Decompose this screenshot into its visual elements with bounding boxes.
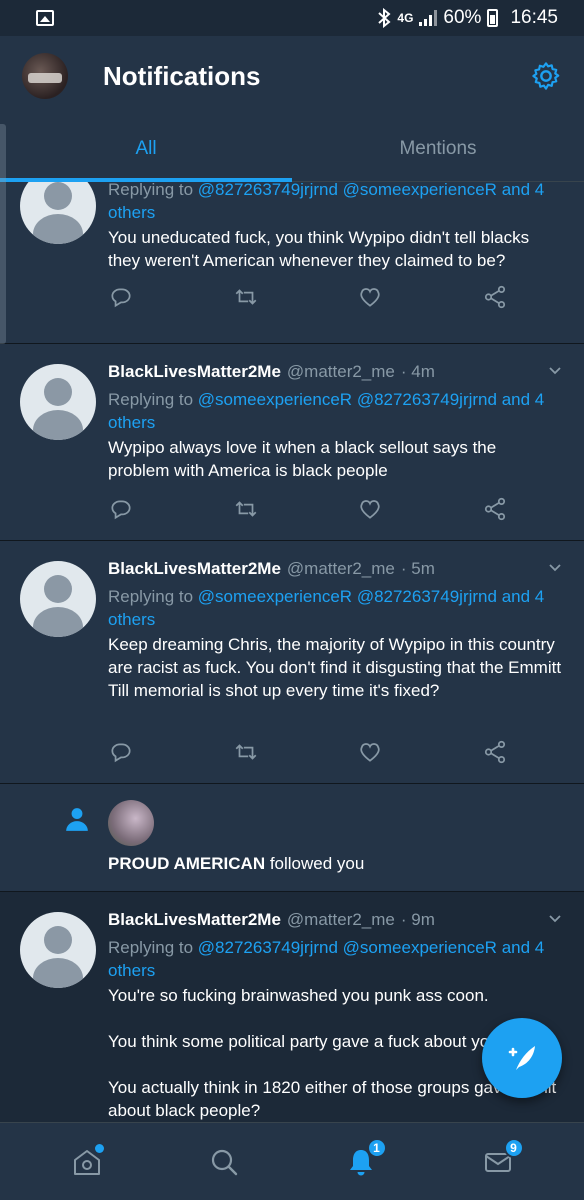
nav-notifications[interactable]: 1 bbox=[331, 1132, 391, 1192]
battery-icon bbox=[487, 9, 499, 27]
avatar[interactable] bbox=[20, 364, 96, 440]
tweet-header: BlackLivesMatter2Me @matter2_me · 4m bbox=[108, 360, 562, 384]
chevron-down-icon[interactable] bbox=[548, 912, 562, 926]
like-icon[interactable] bbox=[357, 739, 383, 765]
tab-mentions[interactable]: Mentions bbox=[292, 116, 584, 181]
chevron-down-icon[interactable] bbox=[548, 364, 562, 378]
display-name[interactable]: BlackLivesMatter2Me bbox=[108, 559, 281, 579]
timestamp: · 5m bbox=[400, 559, 435, 578]
handle: @matter2_me bbox=[286, 910, 395, 929]
tweet-text: Wypipo always love it when a black sello… bbox=[108, 438, 497, 480]
signal-icon bbox=[419, 10, 438, 26]
profile-avatar[interactable] bbox=[22, 53, 68, 99]
gallery-icon bbox=[36, 10, 54, 26]
display-name[interactable]: BlackLivesMatter2Me bbox=[108, 910, 281, 930]
tweet[interactable]: Replying to @827263749jrjrnd @someexperi… bbox=[0, 182, 584, 344]
reply-icon[interactable] bbox=[108, 284, 134, 310]
bluetooth-icon bbox=[378, 8, 391, 28]
tab-bar: All Mentions bbox=[0, 116, 584, 182]
reply-context: Replying to @someexperienceR @827263749j… bbox=[108, 390, 545, 432]
scroll-indicator bbox=[0, 124, 6, 344]
nav-messages[interactable]: 9 bbox=[468, 1132, 528, 1192]
compose-icon bbox=[508, 1046, 535, 1070]
compose-button[interactable] bbox=[482, 1018, 562, 1098]
handle: @matter2_me bbox=[286, 559, 395, 578]
share-icon[interactable] bbox=[482, 739, 508, 765]
tab-all[interactable]: All bbox=[0, 116, 292, 182]
follower-avatar[interactable] bbox=[108, 800, 154, 846]
home-unread-dot bbox=[94, 1143, 104, 1153]
mention-link[interactable]: @827263749jrjrnd bbox=[357, 587, 497, 606]
nav-search[interactable] bbox=[194, 1132, 254, 1192]
messages-badge: 9 bbox=[503, 1137, 524, 1158]
avatar[interactable] bbox=[20, 182, 96, 244]
share-icon[interactable] bbox=[482, 284, 508, 310]
person-icon bbox=[66, 808, 88, 831]
follow-text: PROUD AMERICAN followed you bbox=[108, 854, 365, 873]
mention-link[interactable]: @827263749jrjrnd bbox=[198, 938, 338, 957]
notifications-badge: 1 bbox=[366, 1137, 387, 1158]
clock: 16:45 bbox=[510, 7, 558, 28]
tweet-text: You uneducated fuck, you think Wypipo di… bbox=[108, 228, 530, 270]
reply-icon[interactable] bbox=[108, 496, 134, 522]
bottom-nav: 1 9 bbox=[0, 1122, 584, 1200]
timestamp: · 4m bbox=[400, 362, 435, 381]
retweet-icon[interactable] bbox=[233, 496, 259, 522]
status-bar: 4G 60% 16:45 bbox=[0, 0, 584, 36]
reply-context: Replying to @827263749jrjrnd @someexperi… bbox=[108, 938, 545, 980]
like-icon[interactable] bbox=[357, 496, 383, 522]
network-type: 4G bbox=[397, 11, 414, 25]
retweet-icon[interactable] bbox=[233, 739, 259, 765]
share-icon[interactable] bbox=[482, 496, 508, 522]
avatar[interactable] bbox=[20, 561, 96, 637]
follow-notification[interactable]: PROUD AMERICAN followed you bbox=[0, 784, 584, 892]
retweet-icon[interactable] bbox=[233, 284, 259, 310]
handle: @matter2_me bbox=[286, 362, 395, 381]
mention-link[interactable]: @827263749jrjrnd bbox=[357, 390, 497, 409]
search-icon bbox=[211, 1149, 237, 1175]
page-title: Notifications bbox=[103, 60, 261, 91]
nav-home[interactable] bbox=[57, 1132, 117, 1192]
reply-context: Replying to @someexperienceR @827263749j… bbox=[108, 587, 545, 629]
chevron-down-icon[interactable] bbox=[548, 561, 562, 575]
follower-name[interactable]: PROUD AMERICAN bbox=[108, 854, 265, 873]
mention-link[interactable]: @someexperienceR bbox=[343, 182, 497, 199]
display-name[interactable]: BlackLivesMatter2Me bbox=[108, 362, 281, 382]
reply-icon[interactable] bbox=[108, 739, 134, 765]
tweet-header: BlackLivesMatter2Me @matter2_me · 9m bbox=[108, 908, 562, 932]
notifications-feed[interactable]: Replying to @827263749jrjrnd @someexperi… bbox=[0, 182, 584, 1122]
mention-link[interactable]: @827263749jrjrnd bbox=[198, 182, 338, 199]
avatar[interactable] bbox=[20, 912, 96, 988]
app-header: Notifications bbox=[0, 36, 584, 116]
mention-link[interactable]: @someexperienceR bbox=[198, 390, 352, 409]
tweet-header: BlackLivesMatter2Me @matter2_me · 5m bbox=[108, 557, 562, 581]
mention-link[interactable]: @someexperienceR bbox=[198, 587, 352, 606]
tweet[interactable]: BlackLivesMatter2Me @matter2_me · 5m Rep… bbox=[0, 541, 584, 784]
timestamp: · 9m bbox=[400, 910, 435, 929]
mention-link[interactable]: @someexperienceR bbox=[343, 938, 497, 957]
like-icon[interactable] bbox=[357, 284, 383, 310]
gear-icon[interactable] bbox=[530, 60, 562, 92]
tweet[interactable]: BlackLivesMatter2Me @matter2_me · 4m Rep… bbox=[0, 344, 584, 541]
battery-percent: 60% bbox=[443, 7, 482, 28]
reply-context: Replying to @827263749jrjrnd @someexperi… bbox=[108, 182, 545, 222]
tweet-text: Keep dreaming Chris, the majority of Wyp… bbox=[108, 635, 562, 700]
